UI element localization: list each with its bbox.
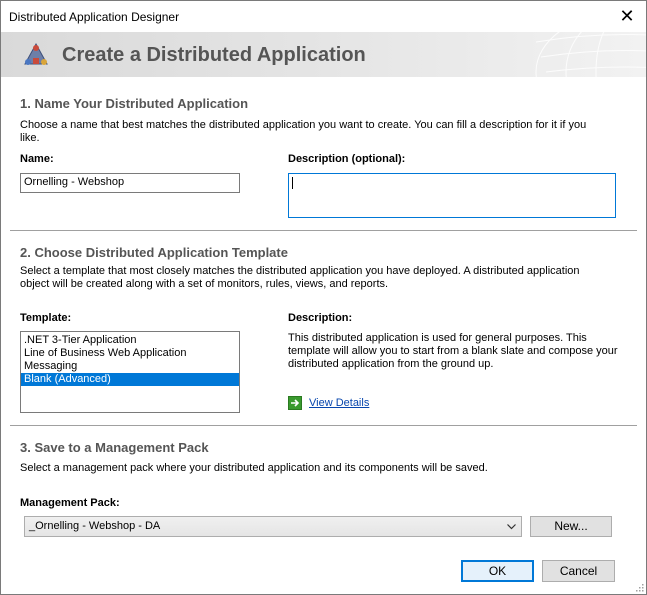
management-pack-select[interactable]: _Ornelling - Webshop - DA (24, 516, 522, 537)
new-management-pack-button[interactable]: New... (530, 516, 612, 537)
management-pack-value: _Ornelling - Webshop - DA (29, 520, 161, 532)
template-item-messaging[interactable]: Messaging (21, 360, 239, 373)
template-list[interactable]: .NET 3-Tier Application Line of Business… (20, 331, 240, 413)
page-title: Create a Distributed Application (62, 44, 366, 66)
distributed-app-icon (24, 42, 48, 65)
section-mp-description: Select a management pack where your dist… (20, 462, 488, 474)
section-divider (10, 425, 637, 426)
section-divider (10, 230, 637, 231)
description-label: Description (optional): (288, 153, 406, 165)
dialog-window: Distributed Application Designer ✕ Creat… (0, 0, 647, 595)
description-input[interactable] (288, 173, 616, 218)
template-label: Template: (20, 312, 72, 324)
resize-grip-icon[interactable] (634, 582, 644, 592)
name-input[interactable]: Ornelling - Webshop (20, 173, 240, 193)
section-template-title: 2. Choose Distributed Application Templa… (20, 245, 288, 260)
ok-button[interactable]: OK (461, 560, 534, 582)
title-bar: Distributed Application Designer ✕ (1, 1, 646, 32)
template-item-blank-advanced[interactable]: Blank (Advanced) (21, 373, 239, 386)
section-mp-title: 3. Save to a Management Pack (20, 440, 209, 455)
view-details-arrow-icon (288, 396, 302, 410)
window-title: Distributed Application Designer (9, 10, 180, 24)
template-item-lob-web[interactable]: Line of Business Web Application (21, 347, 239, 360)
template-item-net-3-tier[interactable]: .NET 3-Tier Application (21, 334, 239, 347)
globe-watermark-icon (535, 32, 646, 77)
close-icon[interactable]: ✕ (616, 5, 638, 27)
chevron-down-icon (507, 524, 516, 530)
text-caret (292, 177, 293, 189)
section-template-description: Select a template that most closely matc… (20, 265, 580, 290)
template-description-label: Description: (288, 312, 353, 324)
view-details-link[interactable]: View Details (309, 397, 369, 409)
template-description-text: This distributed application is used for… (288, 332, 618, 370)
section-name-title: 1. Name Your Distributed Application (20, 96, 249, 111)
cancel-button[interactable]: Cancel (542, 560, 615, 582)
section-name-description: Choose a name that best matches the dist… (20, 119, 587, 144)
name-label: Name: (20, 153, 54, 165)
header-banner: Create a Distributed Application (1, 32, 646, 77)
management-pack-label: Management Pack: (20, 497, 120, 509)
